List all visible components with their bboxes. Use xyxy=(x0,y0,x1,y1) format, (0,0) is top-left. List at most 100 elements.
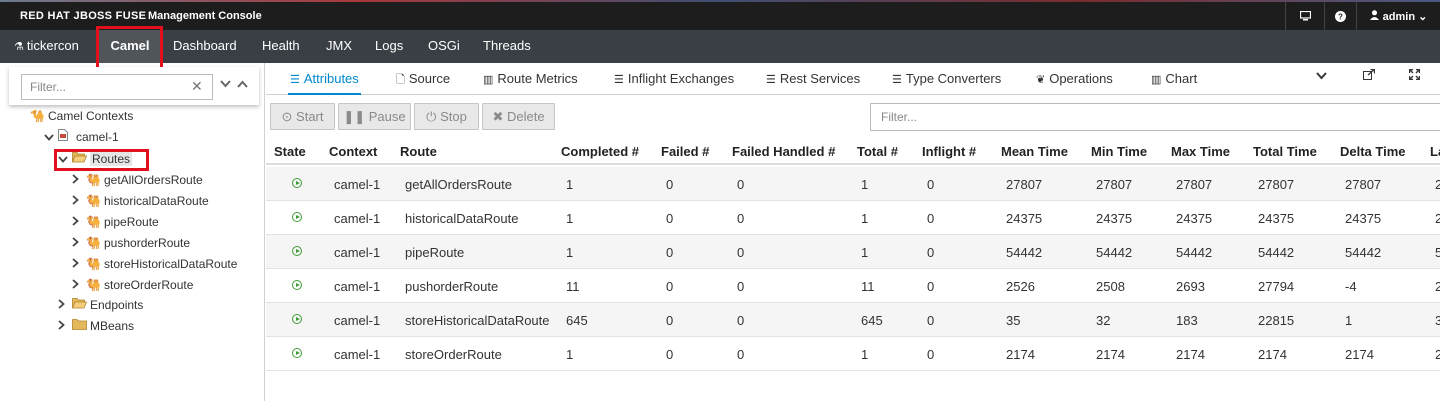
chevron-right-icon[interactable] xyxy=(72,194,86,212)
col-header[interactable]: Delta Time xyxy=(1340,144,1406,159)
tab-type-converters[interactable]: ☰ Type Converters xyxy=(892,63,1001,95)
col-header[interactable]: Total Time xyxy=(1253,144,1317,159)
stop-button[interactable]: ⏻ Stop xyxy=(414,103,479,130)
col-header[interactable]: Inflight # xyxy=(922,144,976,159)
table-cell[interactable]: storeOrderRoute xyxy=(405,347,502,362)
col-header[interactable]: Route xyxy=(400,144,437,159)
table-cell: 0 xyxy=(927,177,935,192)
tree-node-route[interactable]: 🐫 storeHistoricalDataRoute xyxy=(72,255,237,273)
table-row[interactable]: camel-1 storeOrderRoute 1 0 0 1 0 2174 2174 2174 2… xyxy=(266,337,1440,371)
list-icon: ☰ xyxy=(892,74,902,86)
file-icon: 🗋 xyxy=(396,74,405,86)
col-header[interactable]: La xyxy=(1430,144,1440,159)
tab-inflight-exchanges[interactable]: ☰ Inflight Exchanges xyxy=(614,63,734,95)
chevron-right-icon[interactable] xyxy=(72,236,86,254)
chevron-right-icon[interactable] xyxy=(58,319,72,337)
nav-dashboard[interactable]: Dashboard xyxy=(173,30,237,63)
col-header[interactable]: Failed # xyxy=(661,144,709,159)
expand-all-icon[interactable] xyxy=(220,77,231,91)
nav-health[interactable]: Health xyxy=(262,30,300,63)
col-header[interactable]: Total # xyxy=(857,144,898,159)
help-icon[interactable]: ? xyxy=(1324,2,1356,30)
table-row[interactable]: camel-1 pushorderRoute 11 0 0 11 0 2526 2508 2693… xyxy=(266,269,1440,303)
delete-button[interactable]: ✖ Delete xyxy=(482,103,555,130)
tab-route-metrics[interactable]: ▥ Route Metrics xyxy=(483,63,578,95)
tab-rest-services[interactable]: ☰ Rest Services xyxy=(766,63,860,95)
tab-operations[interactable]: ❦ Operations xyxy=(1036,63,1113,95)
pause-button[interactable]: ❚❚ Pause xyxy=(338,103,411,130)
chevron-right-icon[interactable] xyxy=(72,173,86,191)
expand-icon[interactable] xyxy=(1408,68,1421,83)
nav-camel[interactable]: Camel xyxy=(99,30,161,63)
col-header[interactable]: Mean Time xyxy=(1001,144,1068,159)
col-header[interactable]: Completed # xyxy=(561,144,639,159)
tree-node-route[interactable]: 🐫 pipeRoute xyxy=(72,213,159,231)
table-cell: 0 xyxy=(927,211,935,226)
nav-logs[interactable]: Logs xyxy=(375,30,403,63)
table-cell: 22815 xyxy=(1258,313,1295,328)
col-header[interactable]: Max Time xyxy=(1171,144,1230,159)
table-row[interactable]: camel-1 storeHistoricalDataRoute 645 0 0 645 0… xyxy=(266,303,1440,337)
table-row[interactable]: camel-1 pipeRoute 1 0 0 1 0 54442 54442 54442 5444… xyxy=(266,235,1440,269)
col-header[interactable]: Failed Handled # xyxy=(732,144,835,159)
collapse-all-icon[interactable] xyxy=(237,77,248,91)
tab-attributes[interactable]: ☰ Attributes xyxy=(288,63,361,95)
table-cell[interactable]: pushorderRoute xyxy=(405,279,498,294)
user-menu[interactable]: admin ⌄ xyxy=(1356,2,1440,30)
col-header[interactable]: State xyxy=(274,144,306,159)
tree-node-route[interactable]: 🐫 storeOrderRoute xyxy=(72,276,193,294)
chevron-down-icon[interactable] xyxy=(58,152,72,170)
svg-text:?: ? xyxy=(1338,12,1343,21)
tree-node-route[interactable]: 🐫 historicalDataRoute xyxy=(72,192,209,210)
table-cell: 2174 xyxy=(1258,347,1287,362)
table-cell: camel-1 xyxy=(334,177,381,192)
nav-osgi[interactable]: OSGi xyxy=(428,30,460,63)
user-name: admin ⌄ xyxy=(1382,10,1428,23)
routes-filter-input[interactable] xyxy=(870,103,1440,131)
chevron-down-icon[interactable] xyxy=(44,130,58,148)
table-row[interactable]: camel-1 historicalDataRoute 1 0 0 1 0 24375 2437… xyxy=(266,201,1440,235)
more-tabs-chevron-icon[interactable] xyxy=(1316,69,1327,83)
tree-node-route[interactable]: 🐫 getAllOrdersRoute xyxy=(72,171,203,189)
nav-jmx[interactable]: JMX xyxy=(326,30,352,63)
table-cell: -4 xyxy=(1345,279,1357,294)
start-button[interactable]: ⊙ Start xyxy=(270,103,335,130)
tree-node-camel-contexts[interactable]: 🐪 Camel Contexts xyxy=(30,107,133,125)
route-started-icon xyxy=(292,280,302,290)
table-cell: 183 xyxy=(1176,313,1198,328)
tree-filter-panel: ✕ xyxy=(9,67,259,105)
tree-label-route: pushorderRoute xyxy=(104,236,191,250)
table-row[interactable]: camel-1 getAllOrdersRoute 1 0 0 1 0 27807 27807 2… xyxy=(266,167,1440,201)
start-label: Start xyxy=(296,109,324,124)
col-header[interactable]: Min Time xyxy=(1091,144,1147,159)
nav-threads[interactable]: Threads xyxy=(483,30,531,63)
col-header[interactable]: Context xyxy=(329,144,377,159)
table-cell[interactable]: getAllOrdersRoute xyxy=(405,177,512,192)
tree-filter-input[interactable] xyxy=(21,74,213,100)
table-cell[interactable]: pipeRoute xyxy=(405,245,464,260)
tree-node-context[interactable]: camel-1 xyxy=(44,128,119,146)
open-folder-icon xyxy=(71,296,90,314)
brand-bar: RED HAT JBOSS FUSE Management Console ? … xyxy=(0,0,1440,30)
chevron-right-icon[interactable] xyxy=(72,257,86,275)
chevron-right-icon[interactable] xyxy=(72,215,86,233)
table-cell: 1 xyxy=(566,245,574,260)
monitor-icon[interactable] xyxy=(1285,2,1324,30)
tree-node-routes[interactable]: Routes xyxy=(58,150,133,170)
table-cell: 2174 xyxy=(1006,347,1035,362)
table-cell: 645 xyxy=(861,313,883,328)
tab-source[interactable]: 🗋 Source xyxy=(396,63,450,95)
route-icon: 🐫 xyxy=(86,194,101,208)
tree-node-mbeans[interactable]: MBeans xyxy=(58,317,134,335)
table-cell: 0 xyxy=(927,313,935,328)
tree-node-route[interactable]: 🐫 pushorderRoute xyxy=(72,234,190,252)
tab-chart[interactable]: ▥ Chart xyxy=(1151,63,1197,95)
tree-node-endpoints[interactable]: Endpoints xyxy=(58,296,143,314)
chevron-right-icon[interactable] xyxy=(58,298,72,316)
table-cell[interactable]: historicalDataRoute xyxy=(405,211,518,226)
share-icon[interactable] xyxy=(1363,68,1376,83)
table-cell[interactable]: storeHistoricalDataRoute xyxy=(405,313,550,328)
chevron-right-icon[interactable] xyxy=(72,278,86,296)
clear-filter-icon[interactable]: ✕ xyxy=(191,78,203,95)
nav-app-tickercon[interactable]: ⚗ tickercon xyxy=(14,30,79,63)
